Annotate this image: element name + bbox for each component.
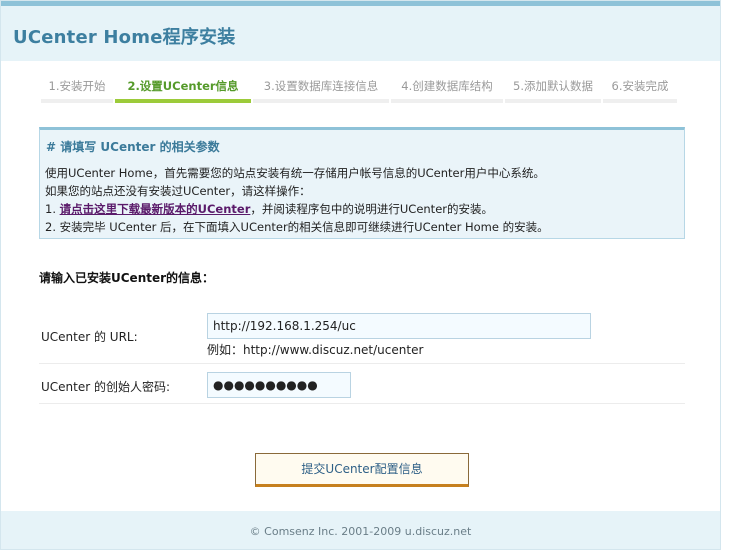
- row-divider: [39, 363, 685, 364]
- page-title: UCenter Home程序安装: [13, 27, 236, 48]
- step-4: 4.创建数据库结构: [391, 73, 503, 103]
- step-2-active: 2.设置UCenter信息: [115, 73, 251, 103]
- ucenter-url-label: UCenter 的 URL:: [41, 330, 138, 344]
- copyright-text: © Comsenz Inc. 2001-2009 u.discuz.net: [249, 525, 472, 538]
- row-divider: [39, 403, 685, 404]
- ucenter-url-hint: 例如：http://www.discuz.net/ucenter: [207, 343, 424, 357]
- submit-ucenter-config-button[interactable]: 提交UCenter配置信息: [255, 453, 469, 487]
- ucenter-url-input[interactable]: [207, 313, 591, 339]
- step-1: 1.安装开始: [41, 73, 113, 103]
- instructions-line-3-suffix: ，并阅读程序包中的说明进行UCenter的安装。: [250, 202, 493, 216]
- instructions-line-3-prefix: 1.: [45, 202, 60, 216]
- instructions-line-2: 如果您的站点还没有安装过UCenter，请这样操作：: [45, 184, 311, 198]
- instructions-line-4: 2. 安装完毕 UCenter 后，在下面填入UCenter的相关信息即可继续进…: [45, 220, 549, 234]
- form-section-title: 请输入已安装UCenter的信息：: [39, 271, 215, 285]
- instructions-line-1: 使用UCenter Home，首先需要您的站点安装有统一存储用户帐号信息的UCe…: [45, 166, 545, 180]
- installer-window: UCenter Home程序安装 1.安装开始 2.设置UCenter信息 3.…: [0, 0, 721, 550]
- footer: © Comsenz Inc. 2001-2009 u.discuz.net: [1, 511, 720, 549]
- founder-password-input[interactable]: ●●●●●●●●●●: [207, 372, 351, 398]
- founder-password-label: UCenter 的创始人密码:: [41, 380, 171, 394]
- download-ucenter-link[interactable]: 请点击这里下载最新版本的UCenter: [60, 202, 251, 216]
- instructions-box: # 请填写 UCenter 的相关参数 使用UCenter Home，首先需要您…: [39, 127, 685, 239]
- step-progress: 1.安装开始 2.设置UCenter信息 3.设置数据库连接信息 4.创建数据库…: [41, 73, 685, 105]
- step-3: 3.设置数据库连接信息: [253, 73, 389, 103]
- header: UCenter Home程序安装: [1, 6, 720, 61]
- instructions-title: # 请填写 UCenter 的相关参数: [46, 140, 220, 154]
- instructions-line-3: 1. 请点击这里下载最新版本的UCenter，并阅读程序包中的说明进行UCent…: [45, 201, 493, 217]
- step-6: 6.安装完成: [603, 73, 677, 103]
- step-5: 5.添加默认数据: [505, 73, 601, 103]
